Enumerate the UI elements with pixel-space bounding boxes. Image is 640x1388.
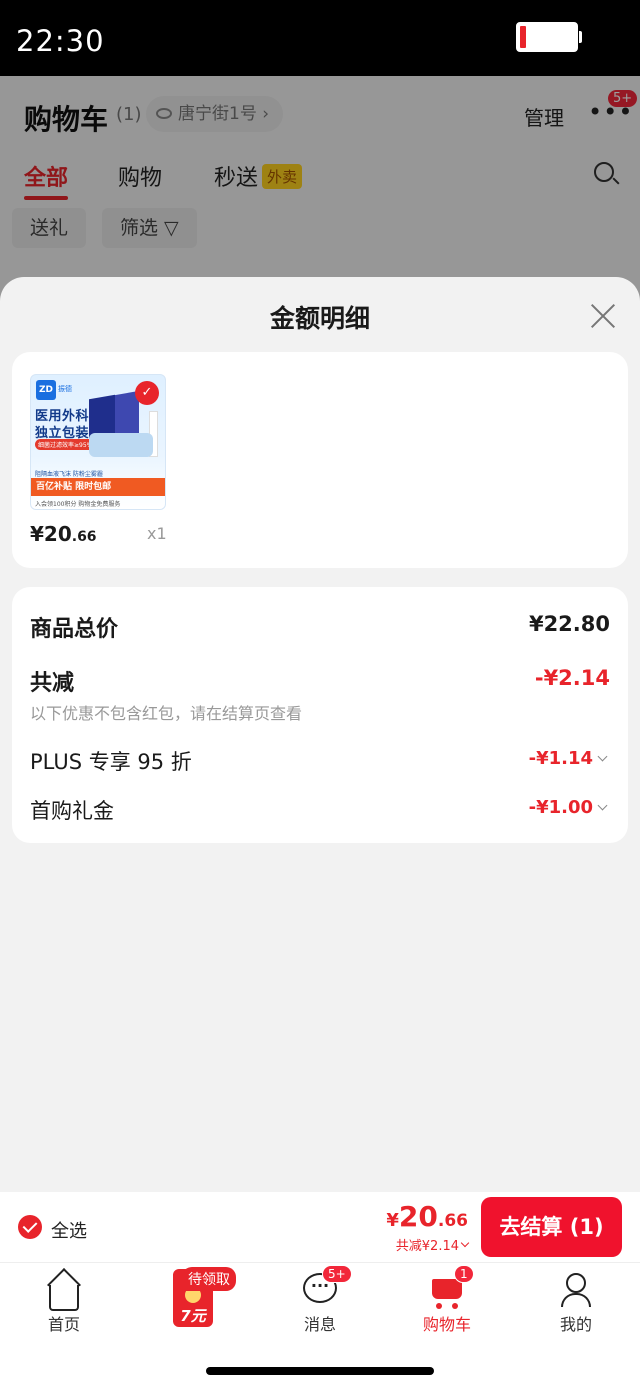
reduce-label: 共减 bbox=[30, 671, 75, 696]
tab-profile-label: 我的 bbox=[559, 1315, 592, 1334]
reduce-value: -¥2.14 bbox=[534, 666, 610, 690]
chevron-down-icon bbox=[460, 1238, 470, 1248]
brand-name: 振德 bbox=[58, 385, 72, 393]
battery-tip bbox=[579, 31, 582, 43]
chevron-down-icon bbox=[597, 751, 608, 762]
close-icon[interactable] bbox=[586, 299, 620, 333]
profile-icon bbox=[566, 1273, 586, 1293]
product-price: ¥20.66 bbox=[30, 522, 97, 546]
tab-profile[interactable]: 我的 bbox=[526, 1263, 626, 1343]
amount-detail-sheet: 金额明细 ZD 振德 医用外科 独立包装 细菌过滤效率≥95% ✓ 阻隔血液飞沫… bbox=[0, 277, 640, 1192]
sheet-title: 金额明细 bbox=[269, 304, 370, 333]
discount-plus-label: PLUS 专享 95 折 bbox=[30, 750, 192, 774]
product-image-footer: 入会领100积分 购物金免费服务 bbox=[35, 501, 121, 508]
product-image-note: 阻隔血液飞沫 防粉尘雾霾 bbox=[35, 471, 103, 478]
checkout-button[interactable]: 去结算 (1) bbox=[481, 1197, 622, 1257]
tab-home[interactable]: 首页 bbox=[14, 1263, 114, 1343]
tab-cart[interactable]: 1 购物车 bbox=[397, 1263, 497, 1343]
tab-home-label: 首页 bbox=[47, 1315, 80, 1334]
discount-plus-value[interactable]: -¥1.14 bbox=[529, 748, 608, 769]
checkout-bar: 全选 ¥20.66 共减¥2.14 去结算 (1) bbox=[0, 1192, 640, 1262]
product-quantity: x1 bbox=[147, 524, 167, 543]
promo-amount: 7元 bbox=[180, 1307, 206, 1325]
select-all-checkbox[interactable] bbox=[18, 1215, 42, 1239]
profile-body bbox=[561, 1293, 591, 1307]
price-summary-card: 商品总价 ¥22.80 共减 -¥2.14 以下优惠不包含红包，请在结算页查看 … bbox=[12, 587, 628, 843]
select-all-label[interactable]: 全选 bbox=[51, 1217, 87, 1243]
product-mask bbox=[89, 433, 153, 457]
cart-icon bbox=[432, 1279, 462, 1309]
status-bar: 22:30 bbox=[0, 0, 640, 76]
brand-logo: ZD bbox=[36, 380, 56, 400]
product-image-tag: 细菌过滤效率≥95% bbox=[35, 439, 96, 450]
chevron-down-icon bbox=[597, 800, 608, 811]
status-time: 22:30 bbox=[16, 24, 105, 58]
product-card: ZD 振德 医用外科 独立包装 细菌过滤效率≥95% ✓ 阻隔血液飞沫 防粉尘雾… bbox=[12, 352, 628, 568]
battery-icon bbox=[516, 22, 578, 52]
tab-cart-label: 购物车 bbox=[422, 1315, 471, 1334]
checkout-total: ¥20.66 bbox=[386, 1200, 468, 1233]
cart-badge: 1 bbox=[454, 1265, 474, 1283]
product-image-banner: 百亿补贴 限时包邮 bbox=[31, 478, 165, 496]
tab-messages[interactable]: 5+ 消息 bbox=[270, 1263, 370, 1343]
discount-firstbuy-label: 首购礼金 bbox=[30, 799, 114, 823]
product-image[interactable]: ZD 振德 医用外科 独立包装 细菌过滤效率≥95% ✓ 阻隔血液飞沫 防粉尘雾… bbox=[30, 374, 166, 510]
total-price-label: 商品总价 bbox=[30, 617, 119, 642]
discount-firstbuy-value[interactable]: -¥1.00 bbox=[529, 797, 608, 818]
promo-tag: 待领取 bbox=[182, 1267, 236, 1291]
home-indicator[interactable] bbox=[206, 1367, 434, 1375]
checkmark-badge-icon: ✓ bbox=[135, 381, 159, 405]
home-icon bbox=[49, 1285, 79, 1311]
checkout-reduce[interactable]: 共减¥2.14 bbox=[396, 1235, 470, 1254]
discount-note: 以下优惠不包含红包，请在结算页查看 bbox=[30, 704, 303, 723]
tab-messages-label: 消息 bbox=[303, 1315, 336, 1334]
total-price-value: ¥22.80 bbox=[528, 612, 610, 636]
message-badge: 5+ bbox=[322, 1265, 352, 1283]
